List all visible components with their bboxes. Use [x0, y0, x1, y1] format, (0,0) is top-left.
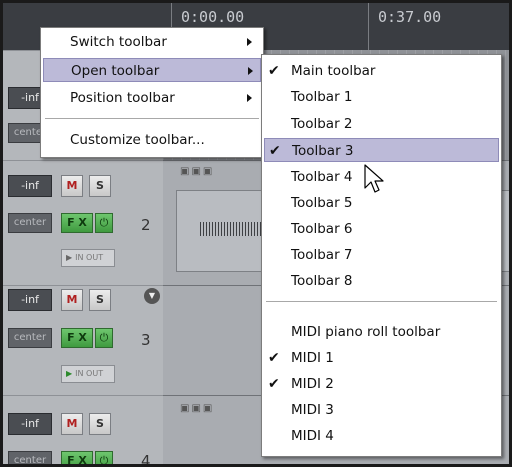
submenu-item-label: MIDI piano roll toolbar — [291, 324, 441, 340]
mute-button[interactable]: M — [61, 413, 83, 435]
mouse-pointer-icon — [364, 164, 384, 193]
volume-readout[interactable]: -inf — [8, 413, 52, 435]
submenu-item-toolbar-3[interactable]: ✔ Toolbar 3 — [264, 138, 499, 162]
submenu-item-label: Main toolbar — [291, 63, 376, 79]
submenu-item-label: Toolbar 6 — [291, 221, 353, 237]
ruler-time-right: 0:37.00 — [378, 8, 442, 26]
input-monitor-button[interactable]: ▶ IN OUT — [61, 365, 115, 383]
submenu-item-label: MIDI 3 — [291, 402, 334, 418]
menu-separator — [45, 118, 259, 119]
checkmark-icon: ✔ — [268, 350, 280, 366]
submenu-arrow-icon — [247, 94, 252, 102]
track-number: 4 — [141, 452, 151, 467]
submenu-item-toolbar-7[interactable]: Toolbar 7 — [262, 243, 501, 267]
solo-button[interactable]: S — [89, 175, 111, 197]
submenu-item-label: MIDI 4 — [291, 428, 334, 444]
ruler-time-left: 0:00.00 — [181, 8, 245, 26]
checkmark-icon: ✔ — [268, 376, 280, 392]
track-number: 3 — [141, 331, 151, 349]
menu-item-label: Open toolbar — [71, 63, 160, 79]
submenu-item-toolbar-2[interactable]: Toolbar 2 — [262, 112, 501, 136]
submenu-item-midi-4[interactable]: MIDI 4 — [262, 424, 501, 448]
submenu-item-toolbar-6[interactable]: Toolbar 6 — [262, 217, 501, 241]
menu-item-label: Position toolbar — [70, 90, 175, 106]
menu-item-open-toolbar[interactable]: Open toolbar — [43, 58, 261, 82]
submenu-arrow-icon — [248, 67, 253, 75]
reaper-window: 0:00.00 0:37.00 ▣▣▣ ▣▣▣ -inf center -inf… — [0, 0, 512, 467]
pan-readout[interactable]: center — [8, 328, 52, 348]
submenu-item-label: MIDI 1 — [291, 350, 334, 366]
submenu-item-label: MIDI 2 — [291, 376, 334, 392]
item-toolbar-icons: ▣▣▣ — [180, 166, 215, 177]
checkmark-icon: ✔ — [269, 143, 281, 159]
volume-readout[interactable]: -inf — [8, 175, 52, 197]
submenu-item-label: Toolbar 2 — [291, 116, 353, 132]
waveform — [200, 222, 270, 236]
submenu-item-midi-piano-roll-toolbar[interactable]: MIDI piano roll toolbar — [262, 320, 501, 344]
submenu-item-label: Toolbar 8 — [291, 273, 353, 289]
input-monitor-button[interactable]: ▶ IN OUT — [61, 249, 115, 267]
submenu-item-label: Toolbar 7 — [291, 247, 353, 263]
mute-button[interactable]: M — [61, 175, 83, 197]
submenu-item-label: Toolbar 3 — [292, 143, 354, 159]
menu-item-customize-toolbar[interactable]: Customize toolbar... — [41, 128, 263, 152]
menu-item-label: Customize toolbar... — [70, 132, 205, 148]
menu-separator — [266, 301, 497, 302]
track-2: -inf M S center F X ⏻ 2 ▶ IN OUT — [0, 160, 163, 285]
solo-button[interactable]: S — [89, 289, 111, 311]
submenu-arrow-icon — [247, 38, 252, 46]
open-toolbar-submenu: ✔ Main toolbar Toolbar 1 Toolbar 2 ✔ Too… — [261, 54, 502, 457]
menu-item-switch-toolbar[interactable]: Switch toolbar — [41, 30, 263, 54]
submenu-item-label: Toolbar 1 — [291, 89, 353, 105]
fx-button[interactable]: F X — [61, 213, 93, 233]
submenu-item-toolbar-1[interactable]: Toolbar 1 — [262, 85, 501, 109]
submenu-item-midi-3[interactable]: MIDI 3 — [262, 398, 501, 422]
fx-bypass-button[interactable]: ⏻ — [95, 328, 113, 348]
menu-item-label: Switch toolbar — [70, 34, 167, 50]
ruler-marker — [368, 0, 369, 50]
submenu-item-toolbar-8[interactable]: Toolbar 8 — [262, 269, 501, 293]
submenu-item-main-toolbar[interactable]: ✔ Main toolbar — [262, 59, 501, 83]
submenu-item-label: Toolbar 4 — [291, 169, 353, 185]
volume-readout[interactable]: -inf — [8, 289, 52, 311]
folder-collapse-icon[interactable]: ▼ — [144, 288, 160, 304]
pan-readout[interactable]: center — [8, 451, 52, 467]
toolbar-context-menu: Switch toolbar Open toolbar Position too… — [40, 27, 264, 158]
item-toolbar-icons: ▣▣▣ — [180, 403, 215, 414]
solo-button[interactable]: S — [89, 413, 111, 435]
menu-item-position-toolbar[interactable]: Position toolbar — [41, 86, 263, 110]
track-number: 2 — [141, 216, 151, 234]
play-icon: ▶ — [66, 369, 73, 378]
fx-button[interactable]: F X — [61, 328, 93, 348]
submenu-item-label: Toolbar 5 — [291, 195, 353, 211]
checkmark-icon: ✔ — [268, 63, 280, 79]
fx-bypass-button[interactable]: ⏻ — [95, 213, 113, 233]
fx-bypass-button[interactable]: ⏻ — [95, 451, 113, 467]
submenu-item-midi-1[interactable]: ✔ MIDI 1 — [262, 346, 501, 370]
input-monitor-label: IN OUT — [75, 253, 104, 262]
track-4: -inf M S center F X ⏻ 4 — [0, 395, 163, 467]
mute-button[interactable]: M — [61, 289, 83, 311]
submenu-item-midi-2[interactable]: ✔ MIDI 2 — [262, 372, 501, 396]
input-monitor-label: IN OUT — [75, 369, 104, 378]
fx-button[interactable]: F X — [61, 451, 93, 467]
pan-readout[interactable]: center — [8, 213, 52, 233]
play-icon: ▶ — [66, 253, 73, 262]
track-3: ▼ -inf M S center F X ⏻ 3 ▶ IN OUT — [0, 285, 163, 395]
